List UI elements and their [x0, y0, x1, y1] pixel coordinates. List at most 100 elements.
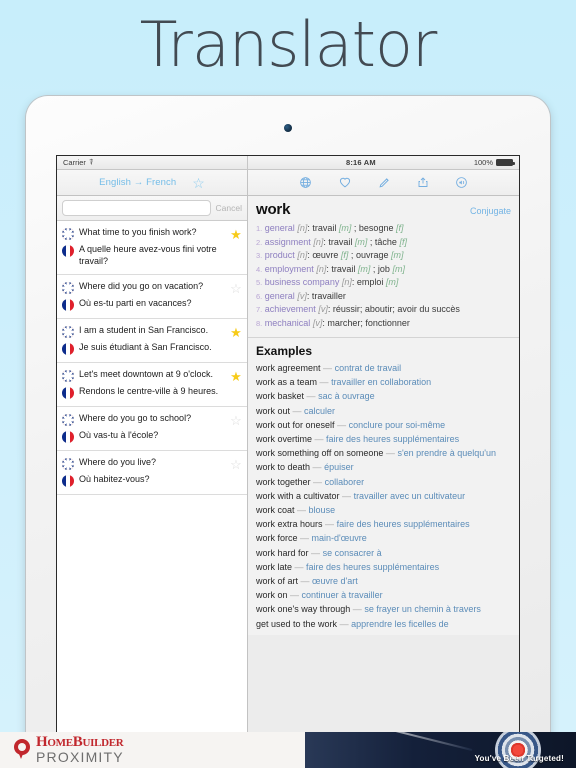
example-row: work something off on someone — s'en pre… — [256, 446, 511, 460]
content-split: Cancel What time to you finish work? A qu… — [57, 196, 519, 738]
headword: work — [256, 201, 291, 218]
example-dash: — — [314, 434, 324, 445]
cancel-button[interactable]: Cancel — [216, 203, 242, 213]
share-icon[interactable] — [417, 176, 429, 189]
star-outline-icon[interactable]: ☆ — [225, 455, 247, 489]
example-target: œuvre d'art — [312, 576, 358, 587]
sense-gender: [m] — [385, 277, 399, 287]
example-row: work agreement — contrat de travail — [256, 361, 511, 375]
example-row: work basket — sac à ouvrage — [256, 389, 511, 403]
sense-category: general — [264, 223, 295, 233]
status-bar-right: 100% — [474, 158, 519, 167]
phrase-text-block: What time to you finish work? A quelle he… — [57, 225, 225, 269]
phrase-row[interactable]: What time to you finish work? A quelle he… — [57, 221, 247, 275]
sense-gender: [f] — [340, 250, 349, 260]
phrase-target-text: Où vas-tu à l'école? — [79, 430, 159, 440]
star-filled-icon[interactable]: ★ — [225, 367, 247, 401]
detail-toolbar — [248, 170, 519, 195]
star-outline-icon[interactable]: ☆ — [225, 279, 247, 313]
example-dash: — — [339, 618, 349, 629]
example-target: épuiser — [324, 462, 354, 473]
sense-number: 5. — [256, 278, 263, 287]
star-outline-icon[interactable]: ☆ — [225, 411, 247, 445]
pencil-icon[interactable] — [378, 176, 391, 189]
sense-gender: [m] — [338, 223, 352, 233]
sense-translation: réussir; aboutir; avoir du succès — [332, 304, 460, 314]
phrase-line: Où vas-tu à l'école? — [62, 428, 225, 445]
example-row: work hard for — se consacrer à — [256, 546, 511, 560]
language-selector-bar[interactable]: English → French ☆ — [57, 170, 248, 195]
sense-gender: [m] — [357, 263, 371, 274]
example-source: work with a cultivator — [256, 490, 340, 501]
phrase-row[interactable]: Where do you live? Où habitez-vous? ☆ — [57, 451, 247, 495]
star-filled-icon[interactable]: ★ — [225, 225, 247, 269]
phrase-line: Where did you go on vacation? — [62, 279, 225, 296]
star-filled-icon[interactable]: ★ — [225, 323, 247, 357]
ad-tagline: You've Been Targeted! — [474, 754, 564, 763]
search-input[interactable] — [62, 200, 211, 216]
uk-flag-icon — [62, 282, 74, 294]
example-target: s'en prendre à quelqu'un — [397, 448, 496, 459]
status-bar: Carrier ⍒ 8:16 AM 100% — [57, 156, 519, 170]
definition-panel[interactable]: work Conjugate 1. general [n]: travail [… — [248, 196, 519, 738]
uk-flag-icon — [62, 228, 74, 240]
sense-number: 8. — [256, 318, 263, 328]
search-bar: Cancel — [57, 196, 247, 221]
example-source: work overtime — [256, 434, 313, 445]
sense-translation-alt: besogne — [358, 223, 394, 233]
example-row: work overtime — faire des heures supplém… — [256, 432, 511, 446]
example-source: work extra hours — [256, 519, 323, 530]
conjugate-link[interactable]: Conjugate — [470, 206, 511, 216]
example-row: work with a cultivator — travailler avec… — [256, 489, 511, 503]
sense-category: mechanical — [264, 317, 311, 328]
ad-brand-line2: PROXIMITY — [36, 749, 124, 765]
example-source: work out — [256, 405, 291, 416]
sense-row: 6. general [v]: travailler — [256, 290, 346, 301]
phrase-row[interactable]: Let's meet downtown at 9 o'clock. Rendons… — [57, 363, 247, 407]
example-dash: — — [352, 604, 362, 615]
example-target: faire des heures supplémentaires — [336, 519, 470, 530]
phrase-row[interactable]: Where do you go to school? Où vas-tu à l'… — [57, 407, 247, 451]
phrase-row[interactable]: I am a student in San Francisco. Je suis … — [57, 319, 247, 363]
sense-translation-alt: job — [377, 263, 390, 274]
map-pin-icon — [14, 739, 30, 761]
phrase-line: Where do you go to school? — [62, 411, 225, 428]
example-row: work extra hours — faire des heures supp… — [256, 517, 511, 531]
example-source: work one's way through — [256, 604, 351, 615]
phrase-list[interactable]: What time to you finish work? A quelle he… — [57, 221, 247, 738]
sense-part-of-speech: [n] — [341, 277, 352, 287]
sense-translation: emploi — [356, 277, 384, 287]
example-source: work together — [256, 476, 311, 487]
example-dash: — — [312, 462, 322, 473]
ad-banner[interactable]: HomeBuilder PROXIMITY You've Been Target… — [0, 732, 576, 768]
star-outline-icon[interactable]: ☆ — [192, 176, 205, 190]
ad-arrow-icon — [378, 732, 473, 751]
example-source: get used to the work — [256, 618, 338, 629]
example-target: travailler avec un cultivateur — [353, 490, 466, 501]
example-dash: — — [300, 576, 310, 587]
speaker-icon[interactable] — [455, 176, 468, 189]
sense-category: business company — [264, 277, 340, 287]
language-pair-label[interactable]: English → French — [99, 177, 176, 188]
heart-icon[interactable] — [338, 176, 352, 189]
example-dash: — — [294, 561, 304, 572]
sense-category: achievement — [264, 304, 316, 314]
example-dash: — — [290, 590, 300, 601]
phrase-line: Où habitez-vous? — [62, 472, 225, 489]
phrase-source-text: What time to you finish work? — [79, 227, 197, 237]
phrase-source-text: Where do you live? — [79, 457, 157, 467]
example-source: work out for oneself — [256, 419, 335, 430]
example-row: work of art — œuvre d'art — [256, 574, 511, 588]
example-target: blouse — [308, 505, 336, 516]
phrase-row[interactable]: Where did you go on vacation? Où es-tu pa… — [57, 275, 247, 319]
carrier-label: Carrier — [63, 158, 86, 167]
sense-gender-alt: [m] — [392, 263, 405, 274]
sense-list: 1. general [n]: travail [m] ; besogne [f… — [256, 222, 511, 330]
sense-translation-alt: ouvrage — [355, 250, 389, 260]
example-target: se frayer un chemin à travers — [364, 604, 481, 615]
sense-row: 4. employment [n]: travail [m] ; job [m] — [256, 263, 405, 274]
globe-icon[interactable] — [299, 176, 312, 189]
page-title: Translator — [139, 8, 438, 81]
phrase-text-block: I am a student in San Francisco. Je suis … — [57, 323, 225, 357]
example-source: work hard for — [256, 547, 309, 558]
